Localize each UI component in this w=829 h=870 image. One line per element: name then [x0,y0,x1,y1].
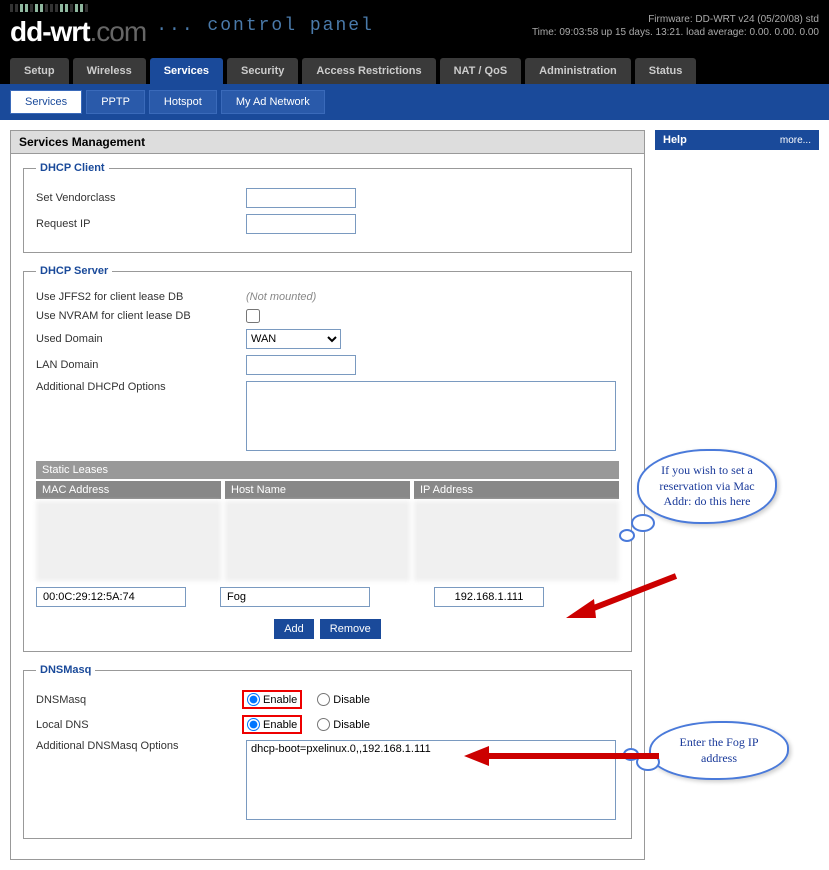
tab-security[interactable]: Security [227,58,298,84]
localdns-enable-radio[interactable]: Enable [247,718,297,731]
logo-block: dd-wrt.com [10,4,146,48]
logo-dots-icon [10,4,146,12]
lease-input-row [36,587,619,607]
col-ip-header: IP Address [414,481,619,499]
tab-access-restrictions[interactable]: Access Restrictions [302,58,435,84]
dhcp-server-section: DHCP Server Use JFFS2 for client lease D… [23,265,632,652]
request-ip-label: Request IP [36,218,246,230]
col-host-header: Host Name [225,481,410,499]
help-header: Help more... [655,130,819,150]
additional-dhcpd-textarea[interactable] [246,381,616,451]
control-panel-label: ... control panel [156,16,374,36]
tab-wireless[interactable]: Wireless [73,58,146,84]
status-text: Firmware: DD-WRT v24 (05/20/08) std Time… [532,13,819,39]
main-tabs: Setup Wireless Services Security Access … [0,52,829,84]
leases-body-blurred [36,501,619,581]
request-ip-input[interactable] [246,214,356,234]
add-button[interactable]: Add [274,619,314,639]
help-title: Help [663,134,687,146]
subtab-services[interactable]: Services [10,90,82,114]
nvram-label: Use NVRAM for client lease DB [36,310,246,322]
subtab-ad-network[interactable]: My Ad Network [221,90,325,114]
tab-administration[interactable]: Administration [525,58,631,84]
arrow-icon [459,741,669,771]
additional-dhcpd-label: Additional DHCPd Options [36,381,246,393]
firmware-version: Firmware: DD-WRT v24 (05/20/08) std [532,13,819,26]
arrow-icon [556,566,686,626]
tab-services[interactable]: Services [150,58,223,84]
content-area: Services Management DHCP Client Set Vend… [0,120,829,870]
lease-mac-input[interactable] [36,587,186,607]
dhcp-client-section: DHCP Client Set Vendorclass Request IP [23,162,632,253]
static-leases-header: Static Leases [36,461,619,479]
col-mac-header: MAC Address [36,481,221,499]
logo-text: dd-wrt.com [10,16,146,48]
lease-ip-input[interactable] [434,587,544,607]
used-domain-select[interactable]: WAN [246,329,341,349]
main-content: Services Management DHCP Client Set Vend… [10,130,645,860]
localdns-label: Local DNS [36,719,246,731]
dnsmasq-enable-radio[interactable]: Enable [247,693,297,706]
content-body: DHCP Client Set Vendorclass Request IP D… [11,154,644,859]
subtab-hotspot[interactable]: Hotspot [149,90,217,114]
dnsmasq-label: DNSMasq [36,694,246,706]
remove-button[interactable]: Remove [320,619,381,639]
sub-tabs: Services PPTP Hotspot My Ad Network [0,84,829,120]
used-domain-label: Used Domain [36,333,246,345]
dnsmasq-section: DNSMasq DNSMasq Enable Disable Local DNS [23,664,632,839]
subtab-pptp[interactable]: PPTP [86,90,145,114]
dhcp-client-legend: DHCP Client [36,162,109,174]
callout-reservation: If you wish to set a reservation via Mac… [637,449,777,524]
dnsmasq-disable-radio[interactable]: Disable [317,693,370,706]
vendorclass-label: Set Vendorclass [36,192,246,204]
lease-buttons: Add Remove [36,619,619,639]
logo-area: dd-wrt.com ... control panel [10,4,374,48]
localdns-disable-radio[interactable]: Disable [317,718,370,731]
jffs2-status: (Not mounted) [246,291,316,303]
help-more-link[interactable]: more... [780,135,811,146]
jffs2-label: Use JFFS2 for client lease DB [36,291,246,303]
lan-domain-label: LAN Domain [36,359,246,371]
vendorclass-input[interactable] [246,188,356,208]
page-title: Services Management [11,131,644,154]
additional-dnsmasq-label: Additional DNSMasq Options [36,740,246,752]
lan-domain-input[interactable] [246,355,356,375]
leases-columns: MAC Address Host Name IP Address [36,481,619,499]
dnsmasq-legend: DNSMasq [36,664,95,676]
dhcp-server-legend: DHCP Server [36,265,112,277]
header-bar: dd-wrt.com ... control panel Firmware: D… [0,0,829,52]
tab-nat-qos[interactable]: NAT / QoS [440,58,522,84]
lease-host-input[interactable] [220,587,370,607]
tab-status[interactable]: Status [635,58,697,84]
nvram-checkbox[interactable] [246,309,260,323]
callout-fog-ip: Enter the Fog IP address [649,721,789,780]
uptime-load: Time: 09:03:58 up 15 days. 13:21. load a… [532,26,819,39]
tab-setup[interactable]: Setup [10,58,69,84]
